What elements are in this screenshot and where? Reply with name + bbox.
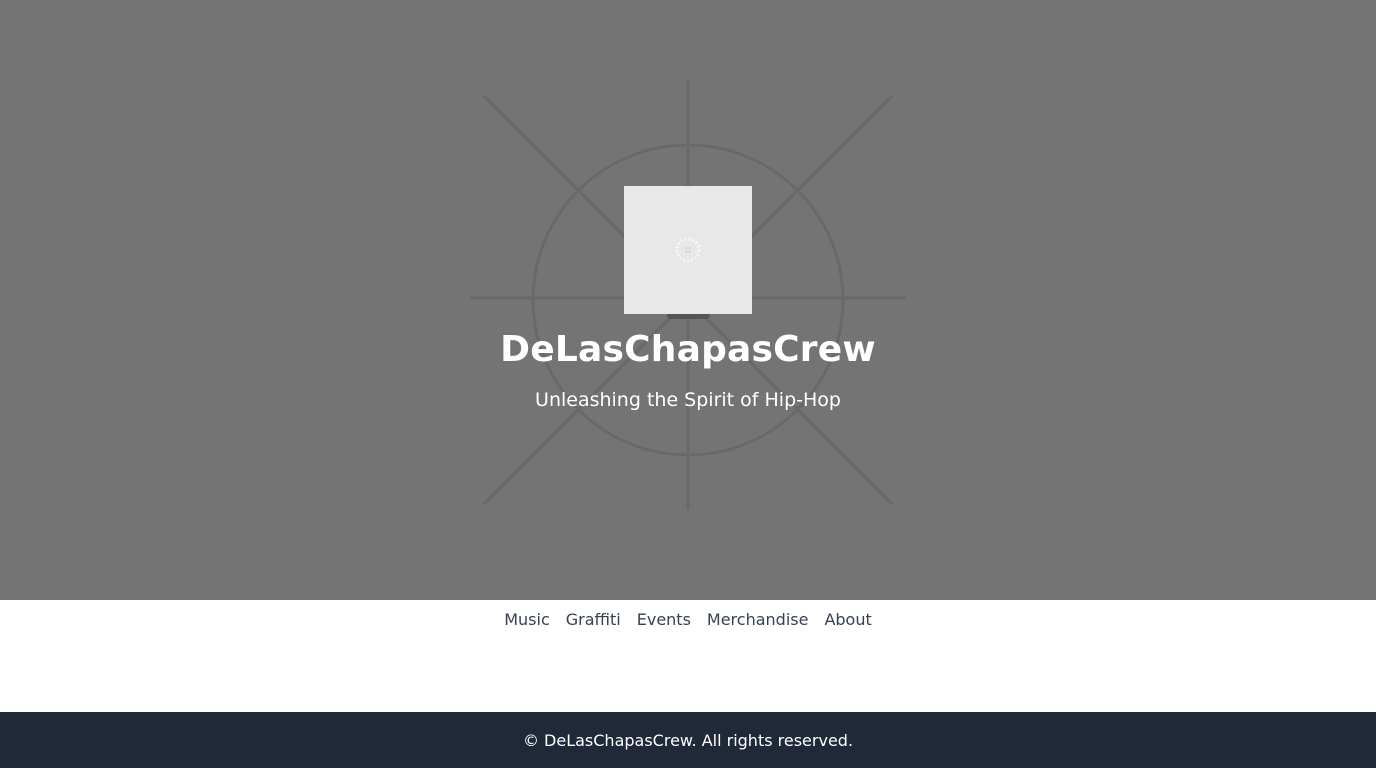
nav-link-music[interactable]: Music [504,600,550,640]
nav-link-events[interactable]: Events [637,600,691,640]
logo-shadow [667,314,710,319]
copyright-text: © DeLasChapasCrew. All rights reserved. [522,730,854,750]
tagline: Unleashing the Spirit of Hip-Hop [535,389,841,411]
main-content [0,640,1376,712]
hero-section: DeLasChapasCrew Unleashing the Spirit of… [0,0,1376,600]
main-navigation: Music Graffiti Events Merchandise About [0,600,1376,640]
nav-link-about[interactable]: About [824,600,871,640]
nav-link-graffiti[interactable]: Graffiti [566,600,621,640]
footer: © DeLasChapasCrew. All rights reserved. [0,712,1376,768]
site-title: DeLasChapasCrew [500,329,876,370]
loading-spinner-icon [675,237,701,263]
nav-link-merchandise[interactable]: Merchandise [707,600,809,640]
